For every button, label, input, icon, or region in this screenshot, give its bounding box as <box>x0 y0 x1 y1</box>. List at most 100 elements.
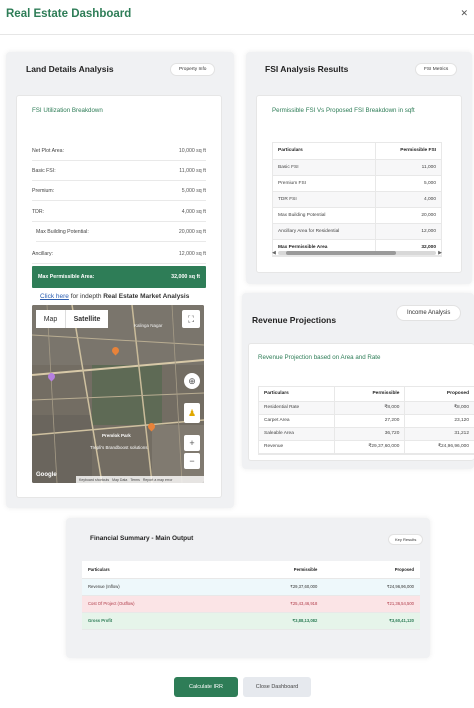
map-imagery <box>32 305 204 483</box>
map-tab-map[interactable]: Map <box>36 310 66 328</box>
fin-cell: Cost Of Project (Outflow) <box>82 595 227 613</box>
scroll-right-icon[interactable]: ▶ <box>438 250 442 256</box>
land-row: Basic FSI: 11,000 sq ft <box>32 161 206 181</box>
rev-col-permissible: Permissible <box>334 387 405 402</box>
land-row-label: TDR: <box>32 208 45 215</box>
map-footer-terms[interactable]: Terms <box>130 478 140 482</box>
map-tab-satellite[interactable]: Satellite <box>66 310 108 328</box>
fsi-table-heading: Permissible FSI Vs Proposed FSI Breakdow… <box>272 107 415 114</box>
map-footer-shortcuts[interactable]: Keyboard shortcuts <box>79 478 109 482</box>
table-row: Premium FSI 5,000 <box>273 175 441 192</box>
fsi-cell: 5,000 <box>374 175 441 192</box>
table-row: Cost Of Project (Outflow) ₹25,43,46,918 … <box>82 595 420 613</box>
revenue-cell: Revenue <box>259 440 335 454</box>
table-row: Ancillary Area for Residential 12,000 <box>273 223 441 240</box>
zoom-out-button[interactable]: − <box>184 453 200 469</box>
revenue-table-wrap: Particulars Permissible Proposed Residen… <box>258 386 474 455</box>
land-row-value: 11,000 sq ft <box>179 167 206 174</box>
revenue-cell: Residential Rate <box>259 401 335 415</box>
fsi-horizontal-scrollbar[interactable]: ◀ ▶ <box>272 250 442 256</box>
land-row-value: 5,000 sq ft <box>181 187 206 194</box>
fsi-breakdown-heading: FSI Utilization Breakdown <box>32 107 103 114</box>
fullscreen-icon[interactable]: ⛶ <box>182 310 200 328</box>
map-footer-report[interactable]: Report a map error <box>143 478 173 482</box>
table-row: Revenue (Inflow) ₹29,37,60,000 ₹24,96,96… <box>82 578 420 596</box>
table-row: Saleable Area 36,720 31,212 <box>259 427 474 441</box>
close-icon[interactable]: ✕ <box>460 8 468 19</box>
rotate-view-icon[interactable]: ⊕ <box>184 373 200 389</box>
fsi-cell: Basic FSI <box>273 159 376 176</box>
fsi-cell: TDR FSI <box>273 191 376 208</box>
revenue-heading: Revenue Projections <box>252 315 337 325</box>
fin-cell: ₹25,43,46,918 <box>226 595 324 613</box>
land-row: TDR: 4,000 sq ft <box>32 202 206 222</box>
property-info-badge[interactable]: Property Info <box>170 63 216 76</box>
key-results-badge[interactable]: Key Results <box>388 534 424 545</box>
fsi-table: Particulars Permissible FSI Basic FSI 11,… <box>273 143 441 256</box>
fsi-cell: 4,000 <box>374 191 441 208</box>
financial-summary-table: Particulars Permissible Proposed Revenue… <box>82 561 420 630</box>
revenue-cell: ₹24,96,96,000 <box>404 440 474 454</box>
fin-cell: ₹3,60,41,120 <box>323 612 420 630</box>
land-row-value: 10,000 sq ft <box>178 147 206 154</box>
max-permissible-value: 32,000 sq ft <box>171 274 200 280</box>
scrollbar-thumb[interactable] <box>277 251 437 255</box>
revenue-table: Particulars Permissible Proposed Residen… <box>259 387 474 454</box>
fsi-cell: Ancillary Area for Residential <box>273 223 376 240</box>
table-row: Gross Profit ₹3,88,13,082 ₹3,60,41,120 <box>82 612 420 630</box>
fsi-table-wrap: Particulars Permissible FSI Basic FSI 11,… <box>272 142 442 257</box>
map-footer: Keyboard shortcuts Map Data Terms Report… <box>76 476 204 483</box>
table-row: Residential Rate ₹8,000 ₹8,000 <box>259 401 474 415</box>
fin-cell: ₹3,88,13,082 <box>226 612 324 630</box>
fin-col-permissible: Permissible <box>226 561 324 579</box>
fin-cell: Revenue (Inflow) <box>82 578 227 596</box>
revenue-cell: 31,212 <box>404 427 474 441</box>
land-row-value: 4,000 sq ft <box>181 208 206 215</box>
fsi-cell: Max Building Potential <box>273 207 376 224</box>
revenue-cell: ₹29,37,60,000 <box>334 440 405 454</box>
land-row: Max Building Potential: 20,000 sq ft <box>36 222 206 242</box>
fsi-col-particulars: Particulars <box>273 143 376 160</box>
land-row: Ancillary: 12,000 sq ft <box>32 244 206 264</box>
land-row: Premium: 5,000 sq ft <box>32 181 206 201</box>
location-map[interactable]: Map Satellite ⛶ Kalinga Nagar Premlok Pa… <box>32 305 204 483</box>
map-label-kalinga-nagar: Kalinga Nagar <box>134 323 163 328</box>
market-analysis-bold: Real Estate Market Analysis <box>103 293 190 300</box>
fsi-metrics-badge[interactable]: FSI Metrics <box>415 63 458 76</box>
revenue-cell: Saleable Area <box>259 427 335 441</box>
income-analysis-badge[interactable]: Income Analysis <box>396 305 462 321</box>
fsi-analysis-heading: FSI Analysis Results <box>265 64 349 74</box>
fsi-col-permissible: Permissible FSI <box>374 143 441 160</box>
zoom-in-button[interactable]: + <box>184 435 200 451</box>
revenue-cell: 27,200 <box>334 414 405 428</box>
land-details-heading: Land Details Analysis <box>26 64 114 74</box>
land-row-value: 20,000 sq ft <box>178 228 206 235</box>
market-analysis-link[interactable]: Click here <box>40 293 69 300</box>
table-row: Carpet Area 27,200 23,120 <box>259 414 474 428</box>
map-label-premlok-park: Premlok Park <box>102 433 131 438</box>
max-permissible-label: Max Permissible Area: <box>38 274 95 280</box>
fin-cell: ₹29,37,60,000 <box>226 578 324 596</box>
calculate-irr-button[interactable]: Calculate IRR <box>174 677 238 697</box>
table-row: Basic FSI 11,000 <box>273 159 441 176</box>
max-permissible-bar: Max Permissible Area: 32,000 sq ft <box>32 266 206 288</box>
land-row-value: 12,000 sq ft <box>178 250 206 257</box>
fin-col-particulars: Particulars <box>82 561 227 579</box>
table-row: Max Building Potential 20,000 <box>273 207 441 224</box>
land-row-label: Premium: <box>32 187 55 194</box>
fin-col-proposed: Proposed <box>323 561 420 579</box>
table-row: Revenue ₹29,37,60,000 ₹24,96,96,000 <box>259 440 474 454</box>
land-row-label: Ancillary: <box>32 250 54 257</box>
fsi-cell: 20,000 <box>374 207 441 224</box>
close-dashboard-button[interactable]: Close Dashboard <box>243 677 311 697</box>
page-title: Real Estate Dashboard <box>6 8 132 20</box>
fin-cell: ₹21,36,54,500 <box>323 595 420 613</box>
scroll-left-icon[interactable]: ◀ <box>272 250 276 256</box>
map-footer-data[interactable]: Map Data <box>112 478 127 482</box>
land-row: Net Plot Area: 10,000 sq ft <box>32 141 206 161</box>
street-view-pegman-icon[interactable]: ♟ <box>184 403 200 423</box>
rev-col-particulars: Particulars <box>259 387 335 402</box>
revenue-cell: ₹8,000 <box>404 401 474 415</box>
land-row-label: Net Plot Area: <box>32 147 65 154</box>
revenue-cell: ₹8,000 <box>334 401 405 415</box>
